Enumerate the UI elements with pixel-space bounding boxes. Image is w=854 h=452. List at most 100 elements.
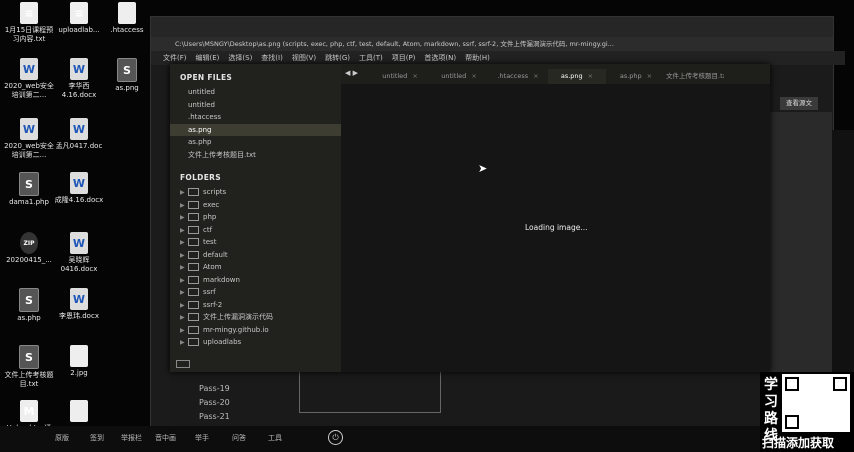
open-file-item[interactable]: as.php xyxy=(170,136,341,149)
desktop-icon[interactable]: S 文件上传考核题目.txt xyxy=(2,345,56,389)
folder-item[interactable]: ▶ markdown xyxy=(170,274,341,287)
desktop-icon[interactable]: 2.jpg xyxy=(52,345,106,378)
editor-window: OPEN FILES untitled untitled .htaccess as.p… xyxy=(170,64,770,372)
folder-icon xyxy=(188,338,199,346)
expand-arrow-icon[interactable]: ▶ xyxy=(180,212,188,225)
folder-label: Atom xyxy=(203,263,222,271)
tab-label: as.php xyxy=(619,72,642,80)
pass-link[interactable]: Pass-19 xyxy=(199,384,230,393)
close-icon[interactable]: × xyxy=(647,72,652,80)
editor-tab[interactable]: .htaccess × xyxy=(489,69,547,84)
desktop-icon[interactable]: W 孟凡0417.doc xyxy=(52,118,106,151)
tab-label: .htaccess xyxy=(497,72,529,80)
word-file-icon: W xyxy=(70,232,88,254)
expand-arrow-icon[interactable]: ▶ xyxy=(180,337,188,350)
desktop-icon[interactable]: W 2020_web安全培训第二... xyxy=(2,118,56,160)
desktop-icon-label: 2020_web安全培训第二... xyxy=(4,142,54,159)
menu-item[interactable]: 文件(F) xyxy=(163,54,187,62)
folder-item[interactable]: ▶ scripts xyxy=(170,186,341,199)
open-file-item[interactable]: untitled xyxy=(170,86,341,99)
expand-arrow-icon[interactable]: ▶ xyxy=(180,312,188,325)
open-file-item[interactable]: 文件上传考核题目.txt xyxy=(170,149,341,162)
desktop-icon[interactable]: Sdama1.php xyxy=(2,172,56,207)
folder-item[interactable]: ▶ Atom xyxy=(170,261,341,274)
folder-item[interactable]: ▶ ctf xyxy=(170,224,341,237)
folder-item[interactable]: ▶ ssrf-2 xyxy=(170,299,341,312)
view-source-button[interactable]: 查看源文 xyxy=(780,97,818,110)
desktop-icon[interactable]: Sas.png xyxy=(100,58,154,93)
open-file-item[interactable]: .htaccess xyxy=(170,111,341,124)
close-icon[interactable]: × xyxy=(471,72,476,80)
editor-tab[interactable]: as.png × xyxy=(548,69,606,84)
desktop-icon[interactable]: W 李华西4.16.docx xyxy=(52,58,106,100)
taskbar-item[interactable]: 举报栏 xyxy=(121,433,142,443)
taskbar-item[interactable]: 音中画 xyxy=(155,433,176,443)
expand-arrow-icon[interactable]: ▶ xyxy=(180,237,188,250)
open-file-item[interactable]: untitled xyxy=(170,99,341,112)
menu-item[interactable]: 编辑(E) xyxy=(196,54,220,62)
folder-label: uploadlabs xyxy=(203,338,242,346)
desktop-icon-label: 李恩玮.docx xyxy=(59,312,99,320)
desktop-icon[interactable]: W 2020_web安全培训第二... xyxy=(2,58,56,100)
menu-item[interactable]: 查找(I) xyxy=(261,54,283,62)
editor-tab[interactable]: as.php × xyxy=(607,69,665,84)
folder-item[interactable]: ▶ mr-mingy.github.io xyxy=(170,324,341,337)
close-icon[interactable]: × xyxy=(533,72,538,80)
editor-tab[interactable]: 文件上传考核题目.txt× xyxy=(666,69,724,84)
desktop-icon[interactable]: ≡ 1月15日课程预习内容.txt xyxy=(2,2,56,44)
taskbar-item[interactable]: 原版 xyxy=(55,433,69,443)
expand-arrow-icon[interactable]: ▶ xyxy=(180,187,188,200)
open-file-item[interactable]: as.png xyxy=(170,123,341,136)
browser-tab-bar[interactable] xyxy=(151,17,833,37)
menu-item[interactable]: 跳转(G) xyxy=(325,54,350,62)
folder-label: ssrf-2 xyxy=(203,300,223,309)
zip-file-icon: ZIP xyxy=(20,232,38,254)
expand-arrow-icon[interactable]: ▶ xyxy=(180,262,188,275)
menu-item[interactable]: 选择(S) xyxy=(228,54,252,62)
tab-nav-arrows[interactable]: ◀ ▶ xyxy=(345,69,358,77)
desktop-icon[interactable]: W 李恩玮.docx xyxy=(52,288,106,321)
folder-item[interactable]: ▶ 文件上传漏洞演示代码 xyxy=(170,311,341,324)
desktop-icon[interactable]: W 成隆4.16.docx xyxy=(52,172,106,205)
desktop-icon[interactable]: ≡ uploadlab... xyxy=(52,2,106,35)
menu-item[interactable]: 帮助(H) xyxy=(465,54,490,62)
desktop-icon[interactable]: Sas.php xyxy=(2,288,56,323)
editor-tab[interactable]: untitled × xyxy=(430,69,488,84)
folder-item[interactable]: ▶ test xyxy=(170,236,341,249)
menu-item[interactable]: 首选项(N) xyxy=(424,54,456,62)
menu-item[interactable]: 项目(P) xyxy=(392,54,416,62)
power-icon[interactable]: ⏻ xyxy=(328,430,343,445)
taskbar-item[interactable]: 举手 xyxy=(195,433,209,443)
desktop-icon[interactable]: .htaccess xyxy=(100,2,154,35)
folder-item[interactable]: ▶ default xyxy=(170,249,341,262)
loading-status: Loading image... xyxy=(525,223,588,232)
folder-item[interactable]: ▶ php xyxy=(170,211,341,224)
open-files-list: untitled untitled .htaccess as.png as.php 文件上… xyxy=(170,86,341,161)
close-icon[interactable]: × xyxy=(412,72,417,80)
promo-caption: 扫描添加获取 xyxy=(762,436,835,450)
menu-item[interactable]: 视图(V) xyxy=(292,54,316,62)
tab-label: untitled xyxy=(441,72,467,80)
desktop-icon-label: 文件上传考核题目.txt xyxy=(4,371,54,388)
desktop-icon[interactable]: ZIP 20200415_... xyxy=(2,232,56,265)
editor-tab[interactable]: untitled × xyxy=(371,69,429,84)
desktop-icon[interactable]: W 吴晓辉0416.docx xyxy=(52,232,106,274)
taskbar-item[interactable]: 签到 xyxy=(90,433,104,443)
taskbar-item[interactable]: 问答 xyxy=(232,433,246,443)
status-bar-icon[interactable] xyxy=(176,360,190,368)
sublime-file-icon: S xyxy=(19,288,39,312)
folder-item[interactable]: ▶ ssrf xyxy=(170,286,341,299)
close-icon[interactable]: × xyxy=(588,72,593,80)
sublime-file-icon: S xyxy=(117,58,137,82)
pass-link[interactable]: Pass-20 xyxy=(199,398,230,407)
taskbar-item[interactable]: 工具 xyxy=(268,433,282,443)
folder-item[interactable]: ▶ uploadlabs xyxy=(170,336,341,349)
page-scroll-area xyxy=(832,130,854,375)
desktop-icon[interactable] xyxy=(52,400,106,424)
expand-arrow-icon[interactable]: ▶ xyxy=(180,287,188,300)
desktop-icon-label: 吴晓辉0416.docx xyxy=(60,256,98,273)
sublime-file-icon: S xyxy=(19,345,39,369)
pass-link[interactable]: Pass-21 xyxy=(199,412,230,421)
menu-item[interactable]: 工具(T) xyxy=(359,54,383,62)
folder-item[interactable]: ▶ exec xyxy=(170,199,341,212)
